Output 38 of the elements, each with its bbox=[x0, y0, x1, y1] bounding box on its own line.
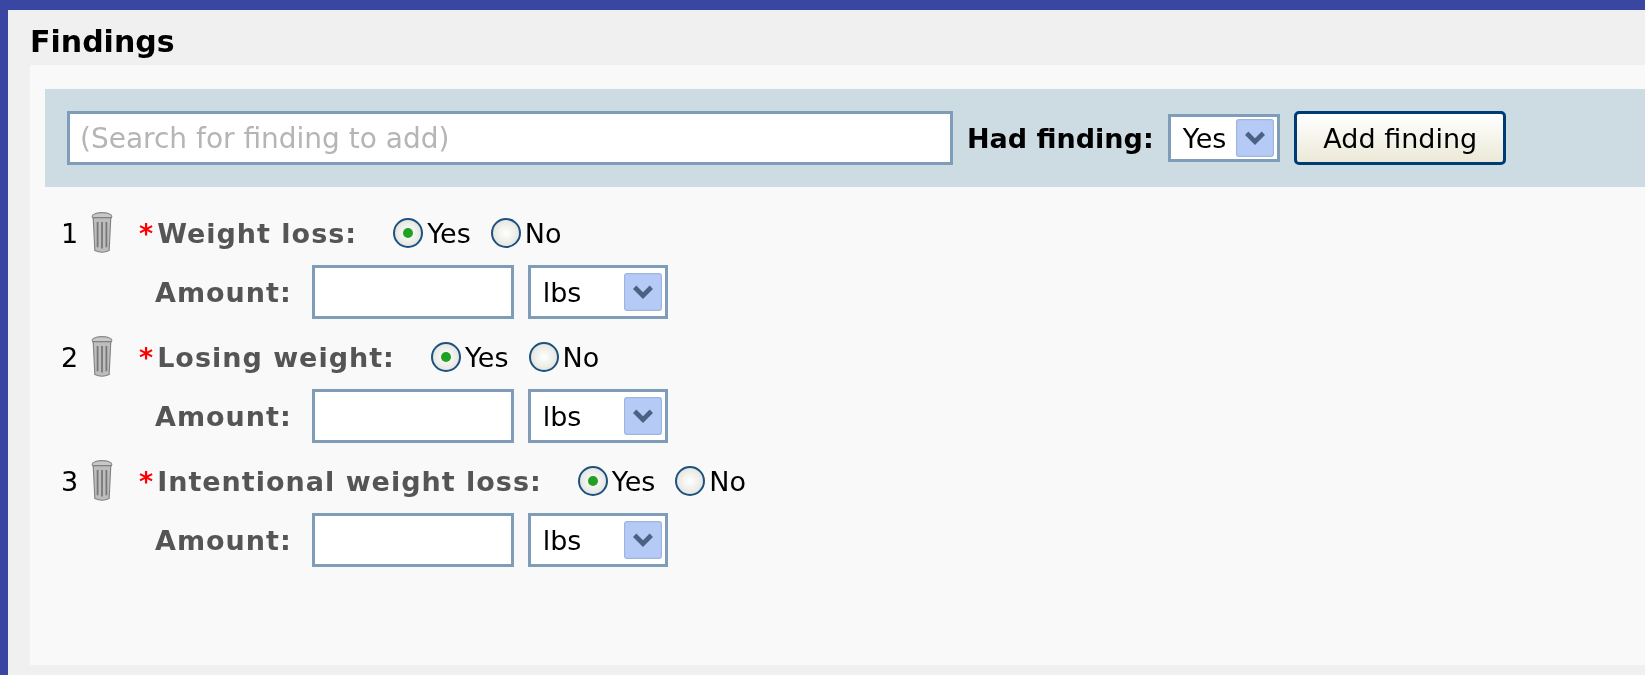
radio-icon[interactable] bbox=[393, 218, 424, 248]
radio-icon[interactable] bbox=[490, 218, 521, 248]
radio-icon[interactable] bbox=[577, 466, 608, 496]
radio-option[interactable]: No bbox=[675, 465, 747, 497]
amount-label: Amount: bbox=[155, 276, 292, 308]
add-finding-button[interactable]: Add finding bbox=[1294, 111, 1507, 165]
required-mark: * bbox=[139, 341, 154, 373]
had-finding-dropdown[interactable]: Yes bbox=[1167, 114, 1281, 162]
section-title: Findings bbox=[29, 23, 176, 61]
trash-icon[interactable] bbox=[91, 211, 113, 255]
unit-dropdown[interactable]: lbs bbox=[527, 389, 668, 443]
radio-icon[interactable] bbox=[528, 342, 559, 372]
had-finding-label: Had finding: bbox=[967, 122, 1154, 154]
search-field[interactable]: (Search for finding to add) bbox=[67, 111, 953, 165]
amount-field[interactable] bbox=[311, 389, 514, 443]
finding-label: Weight loss: bbox=[157, 217, 358, 249]
unit-dropdown[interactable]: lbs bbox=[527, 265, 668, 319]
finding-number: 3 bbox=[61, 465, 80, 497]
unit-dropdown[interactable]: lbs bbox=[527, 513, 668, 567]
radio-option[interactable]: Yes bbox=[393, 217, 471, 249]
required-mark: * bbox=[139, 217, 154, 249]
amount-field[interactable] bbox=[311, 513, 514, 567]
amount-label: Amount: bbox=[155, 400, 292, 432]
trash-icon[interactable] bbox=[91, 459, 113, 503]
amount-label: Amount: bbox=[155, 524, 292, 556]
finding-number: 1 bbox=[61, 217, 80, 249]
finding-number: 2 bbox=[61, 341, 80, 373]
radio-option[interactable]: Yes bbox=[430, 341, 509, 373]
radio-icon[interactable] bbox=[675, 466, 706, 496]
radio-icon[interactable] bbox=[430, 342, 461, 372]
radio-option[interactable]: No bbox=[490, 217, 562, 249]
trash-icon[interactable] bbox=[91, 335, 113, 379]
required-mark: * bbox=[139, 465, 154, 497]
radio-option[interactable]: Yes bbox=[577, 465, 656, 497]
finding-label: Intentional weight loss: bbox=[157, 465, 542, 497]
radio-option[interactable]: No bbox=[528, 341, 600, 373]
finding-label: Losing weight: bbox=[157, 341, 395, 373]
amount-field[interactable] bbox=[311, 265, 514, 319]
